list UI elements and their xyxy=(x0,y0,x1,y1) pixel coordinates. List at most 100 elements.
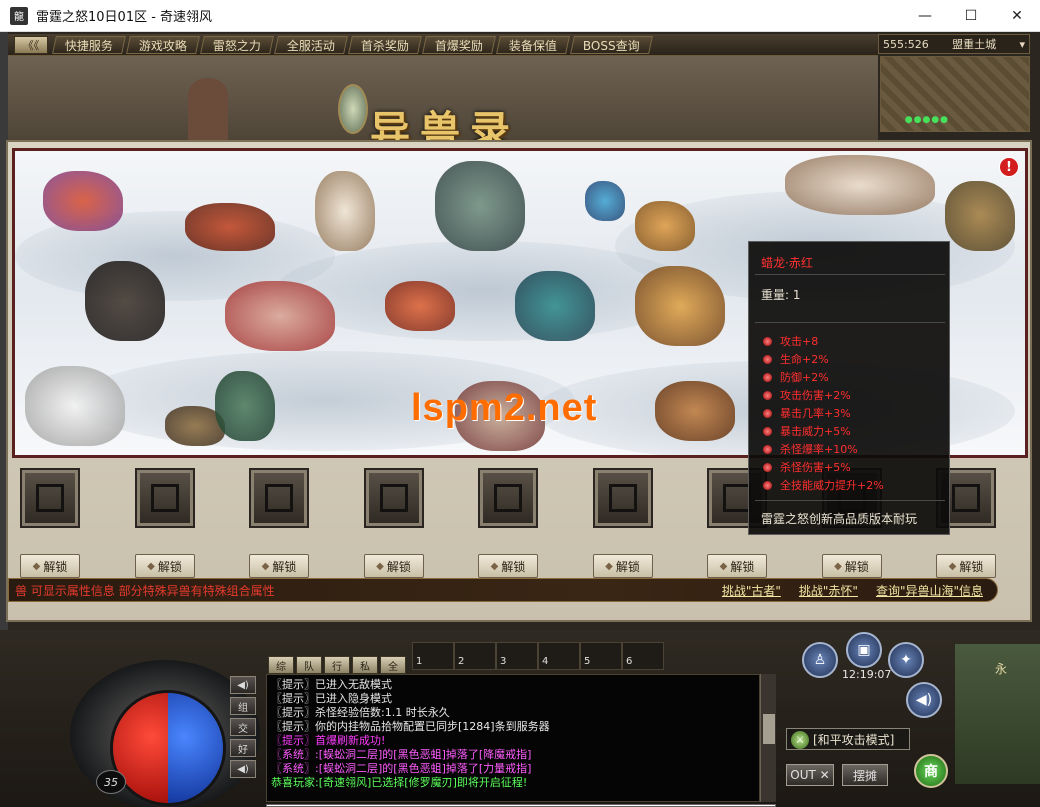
unlock-button[interactable]: ◆ 解锁 xyxy=(821,554,882,578)
beast-bronze-beast[interactable] xyxy=(655,381,735,441)
menu-server-events[interactable]: 全服活动 xyxy=(274,35,348,54)
location-bar: 555:526 盟重土城 ▾ xyxy=(878,34,1030,54)
unlock-button[interactable]: ◆ 解锁 xyxy=(20,554,80,578)
unlock-label: 解锁 xyxy=(730,559,755,574)
beast-slot[interactable] xyxy=(478,468,538,528)
attack-mode-label: [和平攻击模式] xyxy=(813,732,895,747)
skill-slot[interactable]: 1 xyxy=(412,642,454,670)
menu-first-drop[interactable]: 首爆奖励 xyxy=(422,35,497,54)
tooltip-attribute: 生命+2% xyxy=(763,350,884,368)
link-challenge-guzhe[interactable]: 挑战"古者" xyxy=(722,582,781,599)
menu-quick-service[interactable]: 快捷服务 xyxy=(52,35,126,54)
beast-phoenix[interactable] xyxy=(43,171,123,231)
chat-scrollbar[interactable] xyxy=(760,674,776,802)
bullet-icon xyxy=(763,426,772,436)
unlock-label: 解锁 xyxy=(844,559,869,574)
menu-label: 首杀奖励 xyxy=(361,38,410,52)
side-panel-label: 永 xyxy=(995,662,1008,676)
volume-button[interactable]: ◀) xyxy=(906,682,942,718)
sound-button[interactable]: ◀) xyxy=(230,676,256,694)
shop-button[interactable]: 商 xyxy=(914,754,948,788)
collapse-menu-button[interactable]: 《《 xyxy=(14,35,48,54)
trade-button[interactable]: 交 xyxy=(230,718,256,736)
character-button[interactable]: ♙ xyxy=(802,642,838,678)
beast-griffin[interactable] xyxy=(945,181,1015,251)
beast-slot[interactable] xyxy=(20,468,80,528)
menu-equip-value[interactable]: 装备保值 xyxy=(496,35,571,54)
unlock-button[interactable]: ◆ 解锁 xyxy=(478,554,538,578)
chat-tab[interactable]: 私 xyxy=(352,656,378,674)
menu-first-kill[interactable]: 首杀奖励 xyxy=(348,35,422,54)
chat-tab[interactable]: 行 xyxy=(324,656,350,674)
beast-blue-bird[interactable] xyxy=(585,181,625,221)
skill-slot[interactable]: 4 xyxy=(538,642,580,670)
beast-tiger-lion[interactable] xyxy=(635,266,725,346)
skill-slot[interactable]: 3 xyxy=(496,642,538,670)
side-scene-panel: 永 xyxy=(955,644,1040,784)
menu-thunder-power[interactable]: 雷怒之力 xyxy=(200,35,274,54)
unlock-label: 解锁 xyxy=(43,559,68,574)
close-button[interactable]: ✕ xyxy=(994,0,1040,32)
group-button[interactable]: 组 xyxy=(230,697,256,715)
unlock-button[interactable]: ◆ 解锁 xyxy=(363,554,424,578)
unlock-button[interactable]: ◆ 解锁 xyxy=(249,554,309,578)
chat-tab[interactable]: 全 xyxy=(380,656,406,674)
beast-fire-bird[interactable] xyxy=(385,281,455,331)
bullet-icon xyxy=(763,354,772,364)
beast-twin-dragons[interactable] xyxy=(225,281,335,351)
scrollbar-thumb[interactable] xyxy=(763,714,775,744)
lock-bracket-icon xyxy=(608,484,637,512)
chat-tab[interactable]: 综 xyxy=(268,656,294,674)
beast-slot[interactable] xyxy=(249,468,309,528)
skill-slot[interactable]: 6 xyxy=(622,642,664,670)
beast-red-wolf[interactable] xyxy=(185,203,275,251)
tooltip-attribute: 攻击+8 xyxy=(763,332,884,350)
menu-label: 首爆奖励 xyxy=(435,38,484,52)
top-menu-bar: 《《 快捷服务 游戏攻略 雷怒之力 全服活动 首杀奖励 首爆奖励 装备保值 BO… xyxy=(8,34,878,56)
attribute-text: 暴击几率+3% xyxy=(780,407,851,420)
unlock-label: 解锁 xyxy=(157,559,182,574)
chat-log[interactable]: 〖提示〗已进入无敌模式 〖提示〗已进入隐身模式 〖提示〗杀怪经验倍数:1.1 时长永… xyxy=(266,674,760,802)
chat-tab[interactable]: 队 xyxy=(296,656,322,674)
skill-slot[interactable]: 5 xyxy=(580,642,622,670)
voice-button[interactable]: ◀) xyxy=(230,760,256,778)
minimize-button[interactable]: — xyxy=(902,0,948,32)
skill-slot[interactable]: 2 xyxy=(454,642,496,670)
tooltip-attribute: 暴击几率+3% xyxy=(763,404,884,422)
friends-button[interactable]: 好 xyxy=(230,739,256,757)
beast-slot[interactable] xyxy=(134,468,195,528)
link-challenge-chihuai[interactable]: 挑战"赤怀" xyxy=(799,582,858,599)
warning-icon[interactable]: ! xyxy=(999,157,1019,177)
chat-line: 〖提示〗已进入隐身模式 xyxy=(271,692,392,705)
maximize-button[interactable]: ☐ xyxy=(948,0,994,32)
beast-green-dragon[interactable] xyxy=(215,371,275,441)
beast-orange-beast[interactable] xyxy=(635,201,695,251)
attack-mode-button[interactable]: ⚔ [和平攻击模式] xyxy=(786,728,910,750)
level-badge: 35 xyxy=(96,770,126,794)
skills-button[interactable]: ✦ xyxy=(888,642,924,678)
logout-button[interactable]: OUT ✕ xyxy=(786,764,834,786)
tooltip-attribute: 暴击威力+5% xyxy=(763,422,884,440)
beast-slot[interactable] xyxy=(363,468,424,528)
menu-game-guide[interactable]: 游戏攻略 xyxy=(126,35,200,54)
unlock-button[interactable]: ◆ 解锁 xyxy=(936,554,996,578)
menu-boss-query[interactable]: BOSS查询 xyxy=(570,35,653,54)
unlock-button[interactable]: ◆ 解锁 xyxy=(592,554,653,578)
chevron-down-icon[interactable]: ▾ xyxy=(1019,38,1025,51)
link-query-shanhai[interactable]: 查询"异兽山海"信息 xyxy=(876,582,983,599)
bullet-icon xyxy=(763,408,772,418)
beast-white-qilin[interactable] xyxy=(315,171,375,251)
unlock-button[interactable]: ◆ 解锁 xyxy=(707,554,767,578)
lock-bracket-icon xyxy=(36,484,64,512)
unlock-button[interactable]: ◆ 解锁 xyxy=(134,554,195,578)
beast-serpent-dragon[interactable] xyxy=(435,161,525,251)
beast-white-dragon[interactable] xyxy=(785,155,935,215)
beast-teal-beast[interactable] xyxy=(515,271,595,341)
chat-line: 〖提示〗你的内挂物品拾物配置已同步[1284]条到服务器 xyxy=(271,720,550,733)
stall-button[interactable]: 摆摊 xyxy=(842,764,888,786)
beast-black-lion[interactable] xyxy=(85,261,165,341)
beast-winged-tiger[interactable] xyxy=(25,366,125,446)
game-viewport[interactable]: 《《 快捷服务 游戏攻略 雷怒之力 全服活动 首杀奖励 首爆奖励 装备保值 BO… xyxy=(0,32,1040,807)
bag-button[interactable]: ▣ xyxy=(846,632,882,668)
beast-slot[interactable] xyxy=(592,468,653,528)
